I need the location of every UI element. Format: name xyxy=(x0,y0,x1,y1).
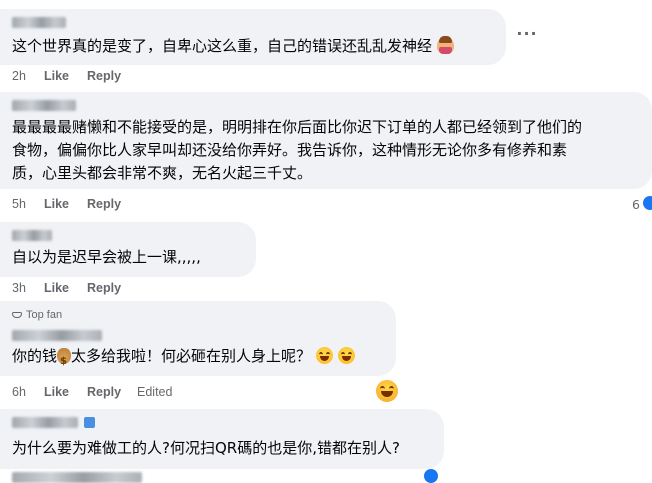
comment-time[interactable]: 3h xyxy=(12,281,26,295)
comment-bubble: 最最最最赌懒和不能接受的是，明明排在你后面比你迟下订单的人都已经领到了他们的 食… xyxy=(0,92,652,189)
top-fan-badge: Top fan xyxy=(12,309,62,321)
like-button[interactable]: Like xyxy=(44,197,69,211)
comment-text: 这个世界真的是变了，自卑心这么重，自己的错误还乱乱发神经 xyxy=(12,35,454,58)
top-fan-icon xyxy=(12,310,23,319)
like-button[interactable]: Like xyxy=(44,69,69,83)
verified-badge-icon xyxy=(84,417,95,428)
comment-bubble: 为什么要为难做工的人?何况扫QR碼的也是你,错都在别人? xyxy=(0,409,444,469)
like-reaction-icon xyxy=(424,469,438,483)
edited-label: Edited xyxy=(137,385,173,399)
comment-time[interactable]: 5h xyxy=(12,197,26,211)
comment-text-line: 食物，偏偏你比人家早叫却还没给你弄好。我告诉你，这种情形无论你多有修养和素 xyxy=(12,141,568,159)
comment-bubble: Top fan 你的钱太多给我啦！何必砸在别人身上呢？ xyxy=(0,301,396,376)
like-button[interactable]: Like xyxy=(44,385,69,399)
commenter-name[interactable] xyxy=(12,417,78,428)
reply-button[interactable]: Reply xyxy=(87,197,121,211)
comment-text-line: 质，心里头都会非常不爽，无名火起三千丈。 xyxy=(12,164,313,182)
comment-text-line: 最最最最赌懒和不能接受的是，明明排在你后面比你迟下订单的人都已经领到了他们的 xyxy=(12,118,583,136)
comment-text: 为什么要为难做工的人?何况扫QR碼的也是你,错都在别人? xyxy=(12,439,400,457)
commenter-name[interactable] xyxy=(12,230,52,241)
commenter-name[interactable] xyxy=(12,17,66,28)
comment-bubble: 这个世界真的是变了，自卑心这么重，自己的错误还乱乱发神经 xyxy=(0,9,506,65)
more-options-button[interactable]: ··· xyxy=(512,26,542,47)
like-button[interactable]: Like xyxy=(44,281,69,295)
reply-button[interactable]: Reply xyxy=(87,385,121,399)
woman-gesturing-icon xyxy=(436,36,454,54)
comment-time[interactable]: 6h xyxy=(12,385,26,399)
reaction-count[interactable]: 6 xyxy=(632,197,640,212)
like-reaction-icon xyxy=(643,196,652,210)
comment-time[interactable]: 2h xyxy=(12,69,26,83)
laughing-emoji-icon xyxy=(315,347,333,364)
commenter-name[interactable] xyxy=(12,330,102,341)
laughing-emoji-icon xyxy=(337,347,355,364)
comment-text: 自以为是迟早会被上一课,,,,, xyxy=(12,248,201,266)
commenter-name[interactable] xyxy=(12,100,76,111)
comment-bubble: 自以为是迟早会被上一课,,,,, xyxy=(0,222,256,277)
comment-text: 你的钱太多给我啦！何必砸在别人身上呢？ xyxy=(12,345,355,373)
laughing-reaction-icon[interactable] xyxy=(375,379,399,403)
money-bag-icon xyxy=(57,348,72,373)
reply-button[interactable]: Reply xyxy=(87,69,121,83)
reply-button[interactable]: Reply xyxy=(87,281,121,295)
